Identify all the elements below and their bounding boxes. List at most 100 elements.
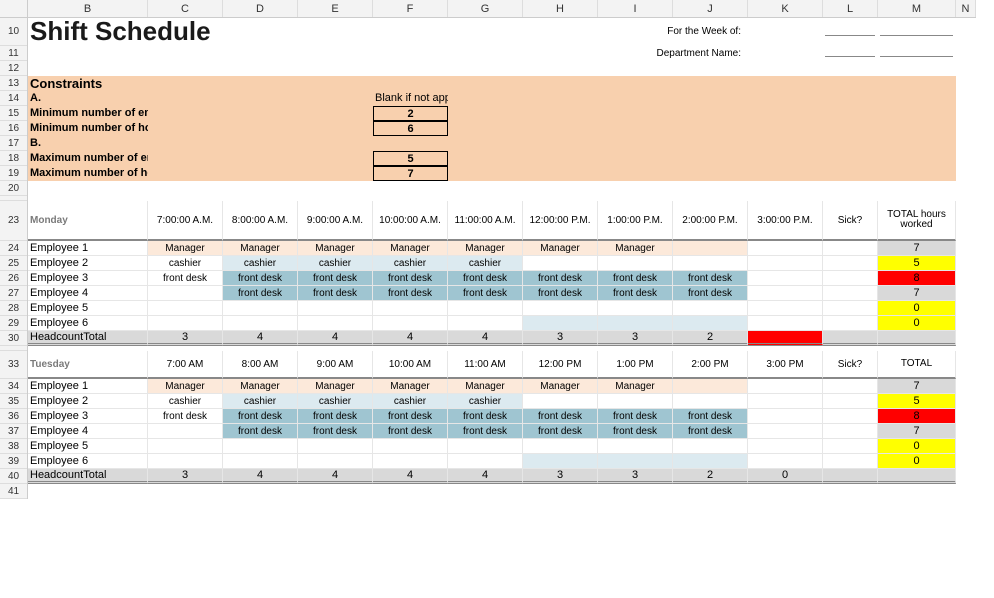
shift-cell[interactable] — [298, 301, 373, 316]
shift-cell[interactable] — [748, 271, 823, 286]
row-header-24[interactable]: 24 — [0, 241, 27, 256]
emp-name[interactable]: Employee 5 — [28, 439, 148, 454]
shift-cell[interactable] — [373, 301, 448, 316]
col-header-J[interactable]: J — [673, 0, 748, 17]
shift-cell[interactable] — [748, 409, 823, 424]
shift-cell[interactable] — [373, 454, 448, 469]
shift-cell[interactable]: front desk — [148, 409, 223, 424]
week-value2[interactable] — [878, 18, 956, 46]
shift-cell[interactable]: front desk — [523, 424, 598, 439]
shift-cell[interactable]: Manager — [523, 379, 598, 394]
dept-value2[interactable] — [878, 46, 956, 61]
shift-cell[interactable] — [298, 439, 373, 454]
shift-cell[interactable]: front desk — [373, 271, 448, 286]
shift-cell[interactable] — [523, 256, 598, 271]
row-header-25[interactable]: 25 — [0, 256, 27, 271]
sick-cell[interactable] — [823, 256, 878, 271]
shift-cell[interactable] — [148, 454, 223, 469]
row-header-23[interactable]: 23 — [0, 201, 27, 241]
shift-cell[interactable]: front desk — [673, 409, 748, 424]
emp-name[interactable]: Employee 5 — [28, 301, 148, 316]
row-header-35[interactable]: 35 — [0, 394, 27, 409]
shift-cell[interactable]: front desk — [673, 424, 748, 439]
shift-cell[interactable] — [598, 316, 673, 331]
shift-cell[interactable]: front desk — [373, 424, 448, 439]
shift-cell[interactable]: front desk — [223, 424, 298, 439]
shift-cell[interactable]: front desk — [598, 424, 673, 439]
shift-cell[interactable]: Manager — [223, 379, 298, 394]
shift-cell[interactable]: cashier — [223, 394, 298, 409]
shift-cell[interactable] — [148, 286, 223, 301]
emp-name[interactable]: Employee 1 — [28, 379, 148, 394]
shift-cell[interactable]: front desk — [448, 409, 523, 424]
shift-cell[interactable] — [673, 256, 748, 271]
shift-cell[interactable]: front desk — [523, 271, 598, 286]
shift-cell[interactable]: front desk — [373, 286, 448, 301]
shift-cell[interactable] — [448, 454, 523, 469]
shift-cell[interactable] — [298, 316, 373, 331]
row-header-27[interactable]: 27 — [0, 286, 27, 301]
shift-cell[interactable]: front desk — [223, 271, 298, 286]
shift-cell[interactable]: front desk — [148, 271, 223, 286]
shift-cell[interactable] — [523, 454, 598, 469]
shift-cell[interactable]: front desk — [448, 286, 523, 301]
shift-cell[interactable] — [373, 316, 448, 331]
shift-cell[interactable]: cashier — [148, 394, 223, 409]
col-header-N[interactable]: N — [956, 0, 976, 17]
shift-cell[interactable]: Manager — [148, 379, 223, 394]
min-hrs-value[interactable]: 6 — [373, 121, 448, 136]
shift-cell[interactable] — [448, 439, 523, 454]
shift-cell[interactable]: front desk — [673, 271, 748, 286]
col-header-D[interactable]: D — [223, 0, 298, 17]
shift-cell[interactable]: Manager — [223, 241, 298, 256]
row-header-17[interactable]: 17 — [0, 136, 27, 151]
shift-cell[interactable] — [748, 316, 823, 331]
max-hrs-value[interactable]: 7 — [373, 166, 448, 181]
row-header-16[interactable]: 16 — [0, 121, 27, 136]
shift-cell[interactable] — [673, 454, 748, 469]
shift-cell[interactable] — [223, 301, 298, 316]
shift-cell[interactable]: Manager — [298, 241, 373, 256]
row-header-19[interactable]: 19 — [0, 166, 27, 181]
shift-cell[interactable]: front desk — [448, 424, 523, 439]
shift-cell[interactable] — [748, 241, 823, 256]
sick-cell[interactable] — [823, 286, 878, 301]
row-header-14[interactable]: 14 — [0, 91, 27, 106]
sick-cell[interactable] — [823, 316, 878, 331]
sick-cell[interactable] — [823, 301, 878, 316]
row-header-13[interactable]: 13 — [0, 76, 27, 91]
shift-cell[interactable] — [523, 301, 598, 316]
shift-cell[interactable]: front desk — [448, 271, 523, 286]
row-header-38[interactable]: 38 — [0, 439, 27, 454]
shift-cell[interactable]: cashier — [148, 256, 223, 271]
sick-cell[interactable] — [823, 394, 878, 409]
shift-cell[interactable] — [523, 316, 598, 331]
shift-cell[interactable]: cashier — [448, 256, 523, 271]
row-header-11[interactable]: 11 — [0, 46, 27, 61]
row-header-26[interactable]: 26 — [0, 271, 27, 286]
col-header-G[interactable]: G — [448, 0, 523, 17]
sick-cell[interactable] — [823, 454, 878, 469]
row-header-39[interactable]: 39 — [0, 454, 27, 469]
shift-cell[interactable] — [673, 439, 748, 454]
row-header-40[interactable]: 40 — [0, 469, 27, 484]
emp-name[interactable]: Employee 1 — [28, 241, 148, 256]
shift-cell[interactable]: cashier — [298, 394, 373, 409]
col-header-I[interactable]: I — [598, 0, 673, 17]
shift-cell[interactable] — [598, 394, 673, 409]
shift-cell[interactable] — [523, 394, 598, 409]
row-header-15[interactable]: 15 — [0, 106, 27, 121]
shift-cell[interactable]: Manager — [298, 379, 373, 394]
row-header-18[interactable]: 18 — [0, 151, 27, 166]
row-header-34[interactable]: 34 — [0, 379, 27, 394]
col-header-H[interactable]: H — [523, 0, 598, 17]
shift-cell[interactable] — [748, 256, 823, 271]
dept-value[interactable] — [823, 46, 878, 61]
shift-cell[interactable] — [598, 301, 673, 316]
col-header-K[interactable]: K — [748, 0, 823, 17]
shift-cell[interactable] — [598, 454, 673, 469]
shift-cell[interactable]: front desk — [223, 409, 298, 424]
shift-cell[interactable] — [148, 316, 223, 331]
shift-cell[interactable] — [223, 439, 298, 454]
shift-cell[interactable] — [598, 256, 673, 271]
